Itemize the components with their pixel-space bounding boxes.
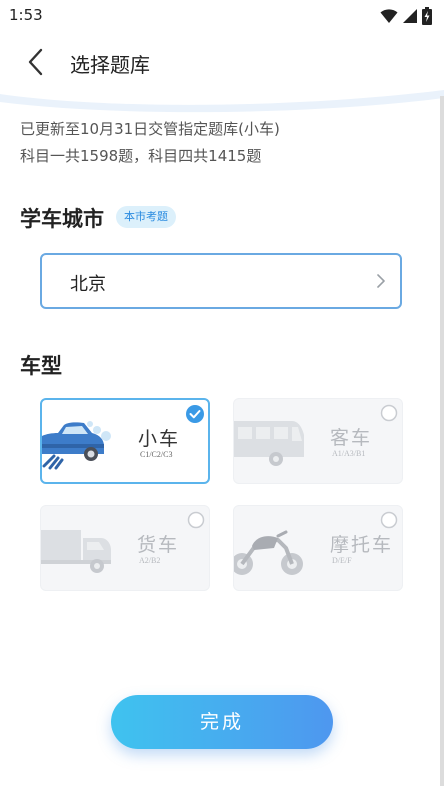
- signal-icon: [403, 9, 417, 23]
- car-icon: [42, 421, 111, 470]
- app-bar: 选择题库: [0, 32, 444, 92]
- vehicle-license-classes: C1/C2/C3: [140, 450, 173, 459]
- vehicle-name: 货车: [137, 534, 180, 556]
- city-name: 北京: [70, 274, 106, 295]
- done-button[interactable]: 完成: [111, 695, 333, 749]
- radio-unchecked-icon: [380, 404, 398, 422]
- vehicle-option-motorcycle[interactable]: 摩托车 D/E/F: [233, 505, 403, 591]
- wifi-icon: [380, 9, 398, 23]
- status-time: 1:53: [9, 6, 43, 24]
- local-questions-badge: 本市考题: [116, 206, 176, 228]
- motorcycle-icon: [234, 530, 303, 575]
- radio-unchecked-icon: [187, 511, 205, 529]
- vehicle-name: 小车: [138, 428, 181, 450]
- vehicle-license-classes: A1/A3/B1: [332, 449, 366, 458]
- bank-info: 已更新至10月31日交管指定题库(小车) 科目一共1598题，科目四共1415题: [20, 116, 280, 170]
- radio-unchecked-icon: [380, 511, 398, 529]
- bus-icon: [234, 421, 304, 466]
- vehicle-option-truck[interactable]: 货车 A2/B2: [40, 505, 210, 591]
- vehicle-section-title: 车型: [20, 354, 62, 378]
- vehicle-name: 客车: [330, 427, 373, 449]
- city-selector[interactable]: 北京: [40, 253, 402, 309]
- chevron-right-icon: [377, 274, 385, 288]
- page-title: 选择题库: [70, 53, 150, 77]
- city-section-title: 学车城市: [20, 207, 104, 231]
- vehicle-option-bus[interactable]: 客车 A1/A3/B1: [233, 398, 403, 484]
- truck-icon: [41, 530, 111, 573]
- vehicle-option-car[interactable]: 小车 C1/C2/C3: [40, 398, 210, 484]
- back-arrow-icon: [28, 48, 43, 76]
- vehicle-license-classes: D/E/F: [332, 556, 352, 565]
- checkmark-icon: [186, 405, 204, 423]
- bank-update-text: 已更新至10月31日交管指定题库(小车): [20, 120, 280, 138]
- vehicle-license-classes: A2/B2: [139, 556, 161, 565]
- battery-icon: [422, 7, 432, 25]
- status-bar: 1:53: [0, 0, 444, 32]
- back-button[interactable]: [18, 44, 54, 80]
- scrollbar[interactable]: [440, 96, 444, 786]
- status-icons: [380, 7, 432, 25]
- bank-count-text: 科目一共1598题，科目四共1415题: [20, 147, 262, 165]
- vehicle-name: 摩托车: [330, 534, 394, 556]
